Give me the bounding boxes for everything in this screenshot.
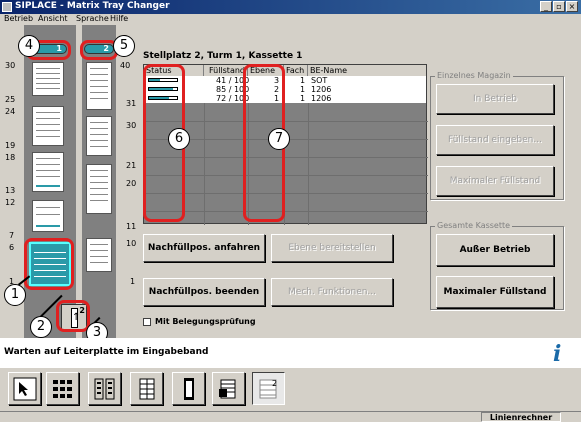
- cassette-max-fill-button[interactable]: Maximaler Füllstand: [436, 276, 554, 308]
- scale-tick: 31: [126, 99, 137, 108]
- callout-5: 5: [113, 35, 135, 57]
- matrix-detail-icon: [94, 378, 115, 400]
- cassette-icon: 2: [259, 379, 277, 399]
- tray[interactable]: [32, 62, 64, 96]
- table-row[interactable]: 72 / 100 1 1 1206: [144, 94, 426, 103]
- scale-tick: 40: [120, 61, 131, 70]
- scale-tick: 13: [5, 186, 16, 195]
- scale-tick: 30: [5, 61, 16, 70]
- table-icon: [139, 378, 155, 400]
- window-title: SIPLACE - Matrix Tray Changer: [15, 1, 170, 11]
- table-row[interactable]: 41 / 100 3 1 SOT: [144, 76, 426, 85]
- tray[interactable]: [32, 106, 64, 146]
- close-button[interactable]: ×: [566, 1, 578, 12]
- component-name: SOT: [311, 76, 328, 85]
- tray[interactable]: [86, 238, 112, 272]
- whole-cassette-legend: Gesamte Kassette: [435, 221, 513, 230]
- mech-functions-button[interactable]: Mech. Funktionen...: [271, 278, 393, 306]
- slot: 1: [300, 76, 306, 85]
- col-slot[interactable]: Fach: [284, 65, 308, 76]
- info-icon[interactable]: i: [553, 341, 573, 367]
- callout-2: 2: [30, 316, 52, 338]
- tray[interactable]: [32, 200, 64, 232]
- occupancy-check-checkbox[interactable]: [143, 318, 151, 326]
- title-bar: SIPLACE - Matrix Tray Changer _ ▫ ×: [0, 0, 581, 14]
- scale-tick: 10: [126, 239, 137, 248]
- menu-bar: Betrieb Ansicht Sprache Hilfe: [0, 14, 581, 25]
- col-name[interactable]: BE-Name: [308, 65, 428, 76]
- occupancy-check-label: Mit Belegungsprüfung: [155, 317, 256, 326]
- table-view-button[interactable]: [130, 372, 163, 405]
- provide-level-button[interactable]: Ebene bereitstellen: [271, 234, 393, 262]
- minimize-button[interactable]: _: [540, 1, 552, 12]
- scale-tick: 19: [5, 141, 16, 150]
- highlight-cassette: [24, 238, 74, 290]
- component-name: 1206: [311, 94, 332, 103]
- callout-6: 6: [168, 128, 190, 150]
- svg-text:2: 2: [272, 379, 277, 388]
- single-tower-button[interactable]: [172, 372, 205, 405]
- status-message: Warten auf Leiterplatte im Eingabeband: [4, 347, 209, 357]
- tower-icon: [184, 378, 194, 400]
- scale-tick: 24: [5, 107, 16, 116]
- in-operation-button[interactable]: In Betrieb: [436, 84, 554, 114]
- menu-ansicht[interactable]: Ansicht: [38, 14, 68, 23]
- operating-mode: Linienrechner: [481, 412, 561, 422]
- scale-tick: 20: [126, 179, 137, 188]
- refill-end-button[interactable]: Nachfüllpos. beenden: [143, 278, 265, 306]
- table-header: Status Füllstand Ebene Fach BE-Name: [144, 65, 426, 76]
- maximize-button[interactable]: ▫: [553, 1, 565, 12]
- enter-fill-button[interactable]: Füllstand eingeben...: [436, 125, 554, 155]
- single-max-fill-button[interactable]: Maximaler Füllstand: [436, 166, 554, 196]
- tray[interactable]: [32, 152, 64, 192]
- col-fill[interactable]: Füllstand: [204, 65, 248, 76]
- grid-view-2-button[interactable]: [88, 372, 121, 405]
- tower-divider: [76, 25, 82, 338]
- magazine-icon: [219, 379, 236, 399]
- component-name: 1206: [311, 85, 332, 94]
- single-magazine-legend: Einzelnes Magazin: [435, 71, 513, 80]
- magazine-view-button[interactable]: [212, 372, 245, 405]
- location-title: Stellplatz 2, Turm 1, Kassette 1: [143, 51, 303, 61]
- menu-hilfe[interactable]: Hilfe: [110, 14, 128, 23]
- table-row[interactable]: 85 / 100 2 1 1206: [144, 85, 426, 94]
- select-cursor-button[interactable]: [8, 372, 41, 405]
- cursor-icon: [13, 377, 37, 401]
- callout-7: 7: [268, 128, 290, 150]
- tray[interactable]: [86, 164, 112, 214]
- callout-1: 1: [4, 284, 26, 306]
- scale-tick: 1: [130, 277, 136, 286]
- scale-tick: 7: [9, 231, 15, 240]
- app-icon: [2, 2, 12, 12]
- scale-tick: 25: [5, 95, 16, 104]
- scale-tick: 12: [5, 198, 16, 207]
- menu-sprache[interactable]: Sprache: [76, 14, 109, 23]
- cassette-view-button[interactable]: 2: [252, 372, 285, 405]
- scale-tick: 6: [9, 243, 15, 252]
- message-bar: Warten auf Leiterplatte im Eingabeband i: [0, 338, 581, 368]
- scale-tick: 21: [126, 161, 137, 170]
- scale-tick: 18: [5, 153, 16, 162]
- scale-mid: 40 31 30 21 20 11 10 1: [116, 25, 138, 338]
- tray[interactable]: [86, 116, 112, 156]
- scale-tick: 11: [126, 222, 137, 231]
- out-of-operation-button[interactable]: Außer Betrieb: [436, 234, 554, 266]
- view-toolbar: 2: [0, 368, 581, 411]
- tray[interactable]: [86, 62, 112, 110]
- refill-start-button[interactable]: Nachfüllpos. anfahren: [143, 234, 265, 262]
- scale-tick: 30: [126, 121, 137, 130]
- menu-betrieb[interactable]: Betrieb: [4, 14, 33, 23]
- status-bar: Linienrechner: [0, 411, 581, 422]
- slot: 1: [300, 94, 306, 103]
- callout-4: 4: [18, 35, 40, 57]
- highlight-lift: [56, 300, 90, 332]
- grid-view-1-button[interactable]: [46, 372, 79, 405]
- slot: 1: [300, 85, 306, 94]
- matrix-grid-icon: [53, 380, 72, 398]
